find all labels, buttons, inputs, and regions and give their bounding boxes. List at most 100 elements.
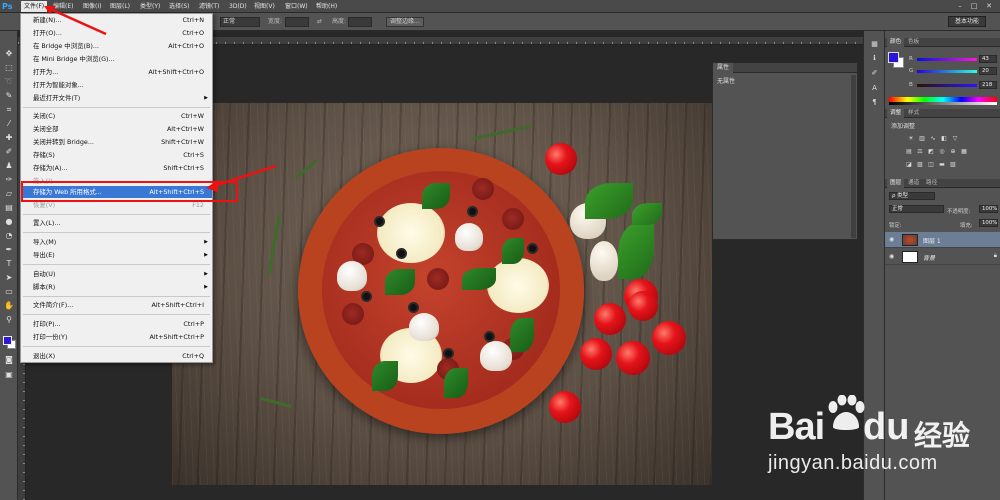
- pen-tool-icon[interactable]: ✒: [3, 244, 15, 255]
- menu-item-open-as[interactable]: 打开为... Alt+Shift+Ctrl+O: [21, 66, 212, 78]
- menu-select[interactable]: 选择(S): [166, 1, 193, 12]
- height-field[interactable]: [348, 17, 372, 27]
- red-slider[interactable]: R: [909, 55, 979, 63]
- history-panel-icon[interactable]: ▦: [869, 39, 880, 49]
- layer-row[interactable]: ◉ 图层 1: [885, 232, 1000, 248]
- menu-window[interactable]: 窗口(W): [282, 1, 311, 12]
- black-white-adjust-icon[interactable]: ◩: [927, 148, 935, 155]
- green-value[interactable]: 20: [979, 67, 997, 75]
- blue-slider[interactable]: B: [909, 81, 979, 89]
- hue-adjust-icon[interactable]: ▤: [905, 148, 913, 155]
- menu-item-close-to-bridge[interactable]: 关闭并转到 Bridge... Shift+Ctrl+W: [21, 136, 212, 148]
- menu-item-browse-mini-bridge[interactable]: 在 Mini Bridge 中浏览(G)...: [21, 53, 212, 65]
- red-value[interactable]: 43: [979, 55, 997, 63]
- lasso-tool-icon[interactable]: ➰: [3, 76, 15, 87]
- paragraph-panel-icon[interactable]: ¶: [869, 97, 880, 107]
- red-track[interactable]: [917, 58, 977, 61]
- marquee-tool-icon[interactable]: ⬚: [3, 62, 15, 73]
- close-button[interactable]: ✕: [984, 2, 994, 11]
- tab-channels[interactable]: 通道: [905, 179, 922, 188]
- brush-panel-icon[interactable]: ✐: [869, 68, 880, 78]
- vibrance-adjust-icon[interactable]: ▽: [951, 135, 959, 142]
- menu-item-close-all[interactable]: 关闭全部 Alt+Ctrl+W: [21, 123, 212, 135]
- healing-brush-tool-icon[interactable]: ✚: [3, 132, 15, 143]
- clone-stamp-tool-icon[interactable]: ♟: [3, 160, 15, 171]
- threshold-adjust-icon[interactable]: ◫: [927, 161, 935, 168]
- path-select-tool-icon[interactable]: ➤: [3, 272, 15, 283]
- tab-color[interactable]: 颜色: [887, 38, 905, 47]
- type-tool-icon[interactable]: T: [3, 258, 15, 269]
- menu-item-save-as[interactable]: 存储为(A)... Shift+Ctrl+S: [21, 162, 212, 174]
- menu-item-import[interactable]: 导入(M) ▶: [21, 236, 212, 248]
- posterize-adjust-icon[interactable]: ▨: [916, 161, 924, 168]
- quick-mask-icon[interactable]: ◙: [3, 354, 15, 365]
- menu-filter[interactable]: 滤镜(T): [196, 1, 222, 12]
- hand-tool-icon[interactable]: ✋: [3, 300, 15, 311]
- tab-adjustments[interactable]: 调整: [887, 109, 905, 118]
- width-field[interactable]: [285, 17, 309, 27]
- blend-mode-select[interactable]: 正常: [889, 205, 944, 213]
- menu-item-automate[interactable]: 自动(U) ▶: [21, 268, 212, 280]
- menu-type[interactable]: 类型(Y): [137, 1, 163, 12]
- green-slider[interactable]: G: [909, 67, 979, 75]
- character-panel-icon[interactable]: A: [869, 83, 880, 93]
- swap-icon[interactable]: ⇄: [317, 17, 322, 27]
- mode-select[interactable]: 正常: [220, 17, 260, 27]
- menu-item-file-info[interactable]: 文件简介(F)... Alt+Shift+Ctrl+I: [21, 299, 212, 311]
- tab-properties[interactable]: 属性: [713, 63, 734, 73]
- green-track[interactable]: [917, 70, 977, 73]
- menu-item-print-one-copy[interactable]: 打印一份(Y) Alt+Shift+Ctrl+P: [21, 331, 212, 343]
- menu-item-open-smart-object[interactable]: 打开为智能对象...: [21, 79, 212, 91]
- tab-swatches[interactable]: 色板: [905, 38, 922, 47]
- menu-item-recent-files[interactable]: 最近打开文件(T) ▶: [21, 92, 212, 104]
- tab-paths[interactable]: 路径: [923, 179, 940, 188]
- foreground-color-box[interactable]: [888, 52, 899, 63]
- blue-value[interactable]: 218: [979, 81, 997, 89]
- eyedropper-tool-icon[interactable]: ⁄: [3, 118, 15, 129]
- foreground-color-swatch[interactable]: [3, 336, 12, 345]
- visibility-eye-icon[interactable]: ◉: [889, 253, 894, 260]
- quick-select-tool-icon[interactable]: ✎: [3, 90, 15, 101]
- invert-adjust-icon[interactable]: ◪: [905, 161, 913, 168]
- curves-adjust-icon[interactable]: ∿: [929, 135, 937, 142]
- move-tool-icon[interactable]: ✥: [3, 48, 15, 59]
- visibility-eye-icon[interactable]: ◉: [889, 236, 894, 243]
- brightness-adjust-icon[interactable]: ☀: [907, 135, 915, 142]
- gradient-map-adjust-icon[interactable]: ▬: [938, 161, 946, 168]
- tab-styles[interactable]: 样式: [905, 109, 922, 118]
- color-lookup-adjust-icon[interactable]: ▦: [960, 148, 968, 155]
- menu-help[interactable]: 帮助(H): [313, 1, 340, 12]
- layer-row[interactable]: ◉ 背景 🔒︎: [885, 249, 1000, 265]
- menu-item-browse-bridge[interactable]: 在 Bridge 中浏览(B)... Alt+Ctrl+O: [21, 40, 212, 52]
- color-balance-adjust-icon[interactable]: ⚖: [916, 148, 924, 155]
- menu-item-exit[interactable]: 退出(X) Ctrl+Q: [21, 350, 212, 362]
- layer-filter-select[interactable]: ρ 类型: [889, 192, 935, 200]
- levels-adjust-icon[interactable]: ▥: [918, 135, 926, 142]
- menu-item-print[interactable]: 打印(P)... Ctrl+P: [21, 318, 212, 330]
- tab-layers[interactable]: 图层: [887, 179, 905, 188]
- minimize-button[interactable]: –: [955, 2, 965, 11]
- layer-name[interactable]: 背景: [923, 253, 935, 262]
- menu-item-save[interactable]: 存储(S) Ctrl+S: [21, 149, 212, 161]
- screen-mode-icon[interactable]: ▣: [3, 369, 15, 380]
- menu-item-close[interactable]: 关闭(C) Ctrl+W: [21, 110, 212, 122]
- opacity-field[interactable]: 100%: [979, 205, 998, 213]
- eraser-tool-icon[interactable]: ▱: [3, 188, 15, 199]
- gradient-tool-icon[interactable]: ▤: [3, 202, 15, 213]
- menu-3d[interactable]: 3D(D): [226, 1, 250, 12]
- blur-tool-icon[interactable]: ●: [3, 216, 15, 227]
- properties-scrollbar[interactable]: [851, 75, 856, 238]
- crop-tool-icon[interactable]: ⌗: [3, 104, 15, 115]
- menu-item-scripts[interactable]: 脚本(R) ▶: [21, 281, 212, 293]
- shape-tool-icon[interactable]: ▭: [3, 286, 15, 297]
- blue-track[interactable]: [917, 84, 977, 87]
- history-brush-tool-icon[interactable]: ✑: [3, 174, 15, 185]
- dodge-tool-icon[interactable]: ◔: [3, 230, 15, 241]
- fill-field[interactable]: 100%: [979, 219, 998, 227]
- photo-filter-adjust-icon[interactable]: ◎: [938, 148, 946, 155]
- selective-color-adjust-icon[interactable]: ▧: [949, 161, 957, 168]
- color-spectrum-bar[interactable]: [889, 97, 997, 105]
- zoom-tool-icon[interactable]: ⚲: [3, 314, 15, 325]
- info-panel-icon[interactable]: ℹ: [869, 53, 880, 63]
- refine-edge-button[interactable]: 调整边缘...: [386, 17, 424, 27]
